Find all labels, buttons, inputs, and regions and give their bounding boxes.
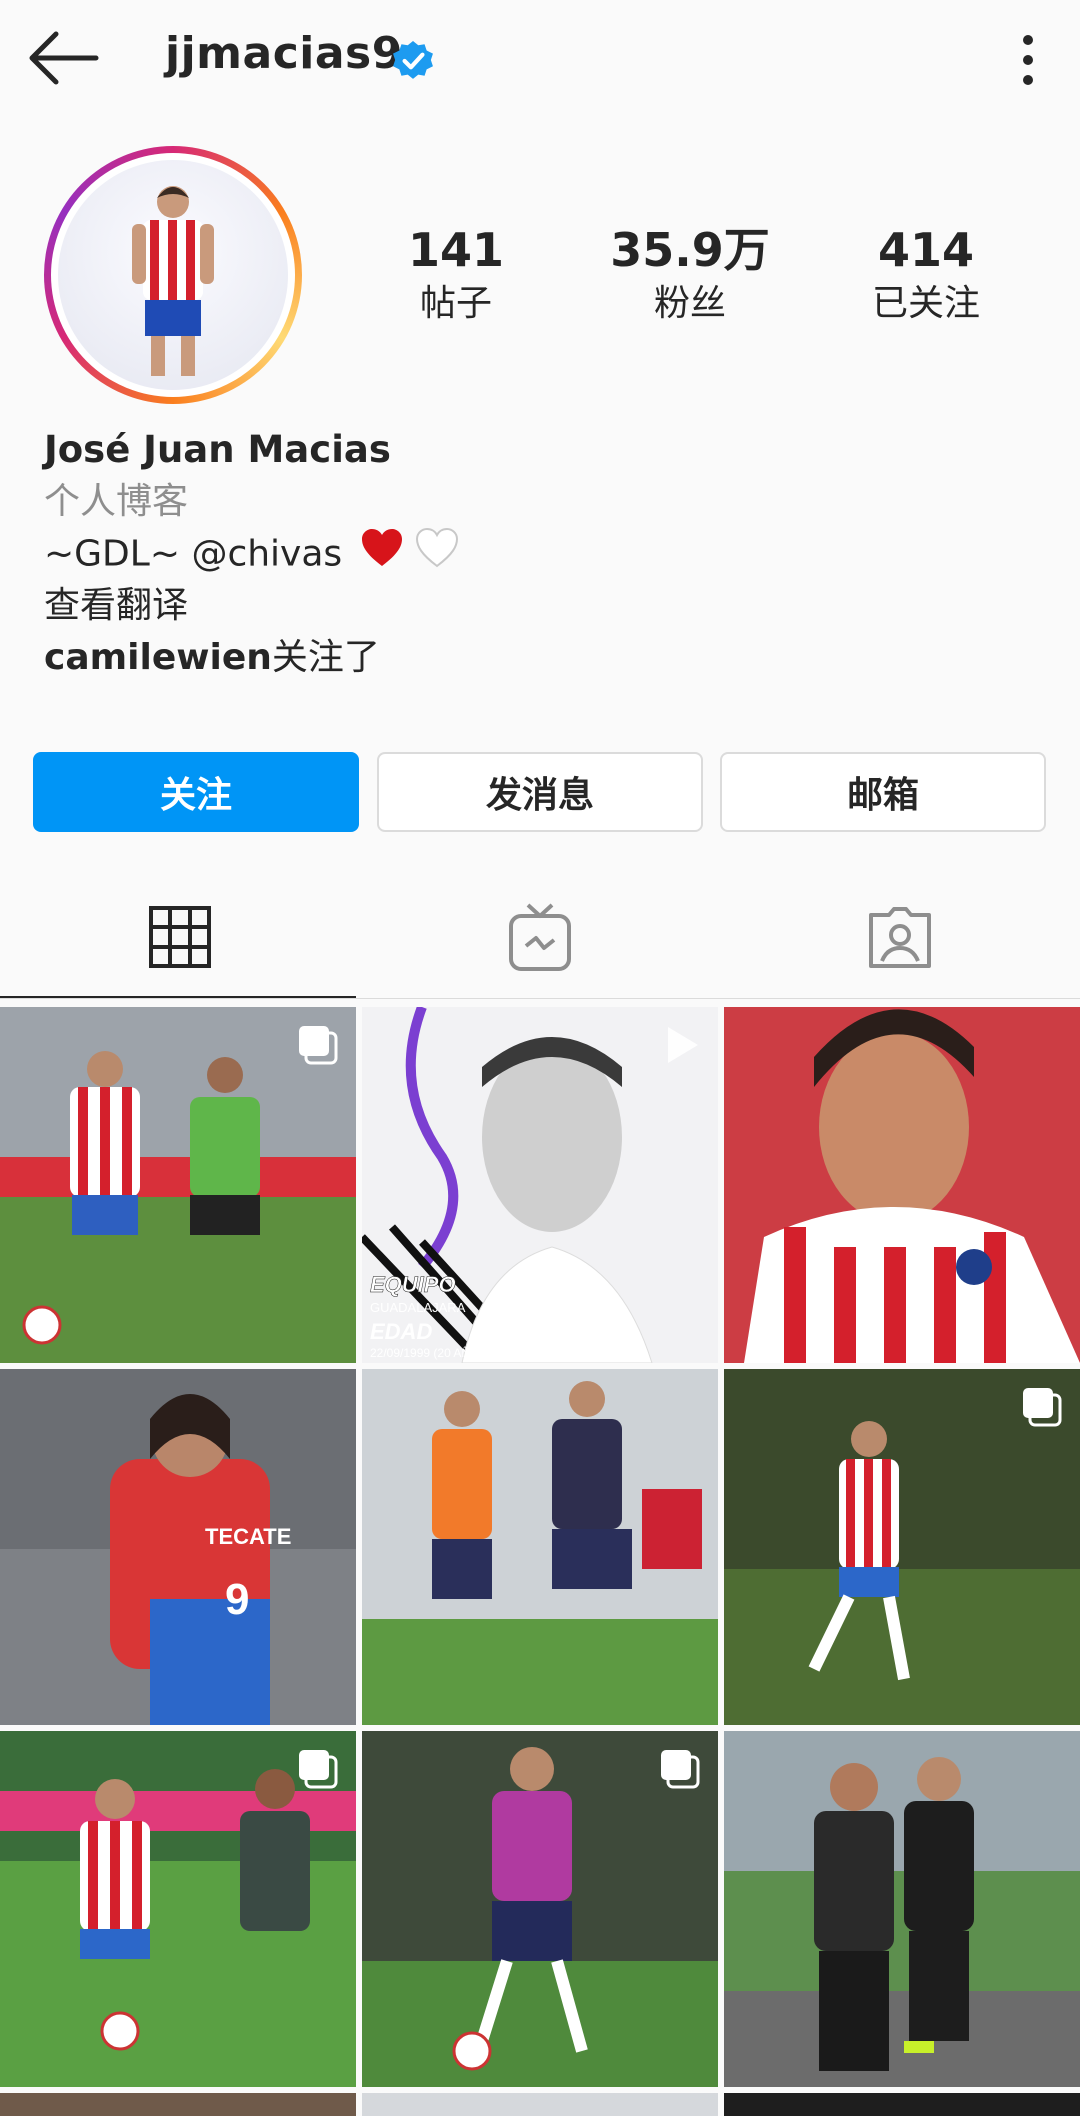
- message-button[interactable]: 发消息: [377, 752, 703, 832]
- stat-followers-label: 粉丝: [653, 283, 726, 324]
- bio-text: ~GDL~ @chivas: [44, 533, 343, 575]
- igtv-icon: [508, 902, 572, 976]
- back-arrow-icon[interactable]: [28, 30, 100, 86]
- full-name: José Juan Macias: [44, 428, 391, 471]
- stat-followers[interactable]: 35.9万 粉丝: [580, 222, 800, 330]
- tagged-icon: [868, 905, 932, 973]
- tab-tagged[interactable]: [720, 880, 1080, 998]
- carousel-icon: [296, 1023, 340, 1067]
- post-2-text-dob: 22/09/1999 (20 AÑOS): [370, 1346, 491, 1360]
- stat-posts[interactable]: 141 帖子: [346, 222, 566, 330]
- tab-posts-grid[interactable]: [0, 880, 360, 998]
- carousel-icon: [296, 1747, 340, 1791]
- post-thumbnail[interactable]: [362, 1369, 718, 1725]
- more-options-icon[interactable]: [1010, 32, 1046, 88]
- stat-posts-label: 帖子: [419, 283, 492, 324]
- email-button[interactable]: 邮箱: [720, 752, 1046, 832]
- post-thumbnail[interactable]: [362, 1731, 718, 2087]
- top-bar: [0, 0, 1080, 118]
- stat-following[interactable]: 414 已关注: [816, 222, 1036, 330]
- followed-by-suffix: 关注了: [271, 637, 380, 678]
- white-heart-icon: [415, 527, 459, 583]
- post-thumbnail[interactable]: [0, 1007, 356, 1363]
- see-translation-link[interactable]: 查看翻译: [44, 580, 188, 632]
- stat-posts-value: 141: [407, 223, 505, 277]
- post-thumbnail[interactable]: [724, 2093, 1080, 2116]
- stat-followers-value: 35.9万: [610, 223, 770, 277]
- profile-category: 个人博客: [44, 481, 189, 522]
- post-2-text-equipo: EQUIPO: [370, 1272, 456, 1297]
- follow-button[interactable]: 关注: [33, 752, 359, 832]
- post-thumbnail[interactable]: [724, 1369, 1080, 1725]
- followed-by[interactable]: camilewien关注了: [44, 632, 380, 684]
- followed-by-user[interactable]: camilewien: [44, 637, 272, 678]
- tab-igtv[interactable]: [360, 880, 720, 998]
- post-2-text-team: GUADALAJARA: [370, 1300, 466, 1315]
- red-heart-icon: [360, 528, 404, 583]
- post-thumbnail[interactable]: [724, 1007, 1080, 1363]
- stat-following-label: 已关注: [871, 283, 980, 324]
- post-4-text-sponsor: TECATE: [205, 1524, 291, 1549]
- post-thumbnail[interactable]: TECATE 9: [0, 1369, 356, 1725]
- post-2-text-edad: EDAD: [370, 1319, 432, 1344]
- grid-icon: [148, 905, 212, 973]
- verified-badge-icon: [392, 40, 434, 82]
- avatar[interactable]: [58, 160, 288, 390]
- post-thumbnail[interactable]: [0, 2093, 356, 2116]
- video-icon: [658, 1023, 702, 1067]
- carousel-icon: [1020, 1385, 1064, 1429]
- stat-following-value: 414: [877, 223, 975, 277]
- tab-divider: [0, 998, 1080, 999]
- bio-line: ~GDL~ @chivas: [44, 527, 459, 583]
- post-thumbnail[interactable]: EQUIPO GUADALAJARA EDAD 22/09/1999 (20 A…: [362, 1007, 718, 1363]
- post-4-text-number: 9: [225, 1575, 249, 1624]
- carousel-icon: [658, 1747, 702, 1791]
- post-thumbnail[interactable]: [362, 2093, 718, 2116]
- profile-username: jjmacias9: [165, 28, 403, 79]
- post-thumbnail[interactable]: [724, 1731, 1080, 2087]
- post-thumbnail[interactable]: [0, 1731, 356, 2087]
